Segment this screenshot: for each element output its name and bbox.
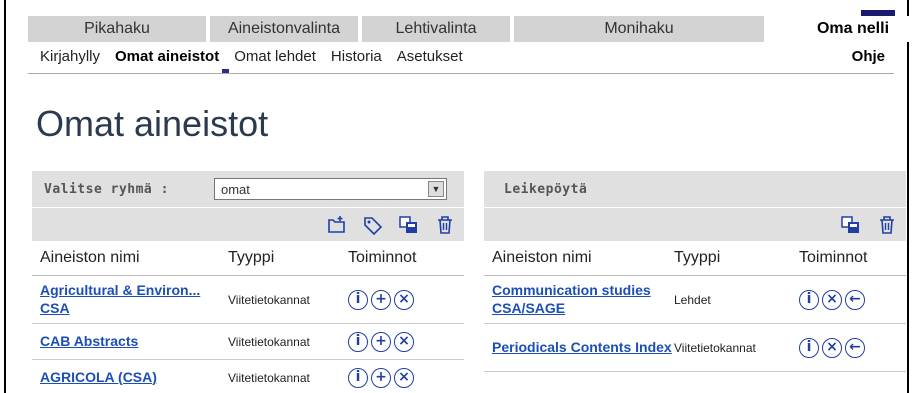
subnav-kirjahylly[interactable]: Kirjahylly	[40, 47, 100, 67]
subnav-omat-lehdet[interactable]: Omat lehdet	[234, 47, 316, 67]
group-select-row: Valitse ryhmä : omat ▼	[32, 171, 464, 207]
trash-icon[interactable]	[874, 215, 900, 235]
tab-monihaku[interactable]: Monihaku	[514, 16, 764, 42]
column-name: Aineiston nimi	[40, 249, 140, 266]
column-type: Tyyppi	[228, 249, 275, 266]
column-type: Tyyppi	[674, 249, 721, 266]
table-header: Aineiston nimi Tyyppi Toiminnot	[484, 241, 906, 276]
material-type: Viitetietokannat	[228, 292, 310, 307]
clipboard-panel: Leikepöytä Aineiston nimi Tyyppi Toiminn…	[484, 171, 906, 372]
tab-lehtivalinta[interactable]: Lehtivalinta	[362, 16, 510, 42]
clipboard-title: Leikepöytä	[504, 181, 588, 197]
subnav-historia[interactable]: Historia	[331, 47, 382, 67]
trash-icon[interactable]	[432, 215, 458, 235]
material-link[interactable]: Periodicals Contents Index	[492, 339, 672, 355]
add-icon[interactable]: +	[371, 289, 391, 310]
subnav-asetukset[interactable]: Asetukset	[397, 47, 463, 67]
table-header: Aineiston nimi Tyyppi Toiminnot	[32, 241, 464, 276]
group-select-value: omat	[221, 181, 250, 197]
column-name: Aineiston nimi	[492, 249, 592, 266]
material-type: Viitetietokannat	[228, 334, 310, 349]
remove-icon[interactable]: ×	[822, 337, 842, 358]
group-select[interactable]: omat ▼	[214, 178, 447, 200]
material-link[interactable]: CAB Abstracts	[40, 333, 138, 349]
remove-icon[interactable]: ×	[394, 331, 414, 352]
back-arrow-icon[interactable]: ←	[845, 337, 865, 358]
main-tabs: Pikahaku Aineistonvalinta Lehtivalinta M…	[28, 16, 912, 42]
info-icon[interactable]: i	[348, 331, 368, 352]
info-icon[interactable]: i	[799, 289, 819, 310]
app-frame: Pikahaku Aineistonvalinta Lehtivalinta M…	[4, 0, 912, 393]
add-icon[interactable]: +	[371, 331, 391, 352]
info-icon[interactable]: i	[799, 337, 819, 358]
help-link[interactable]: Ohje	[852, 47, 885, 67]
clipboard-title-row: Leikepöytä	[484, 171, 906, 207]
copy-icon[interactable]	[838, 215, 864, 235]
material-link[interactable]: Agricultural & Environ... CSA	[40, 282, 200, 316]
tab-oma-nelli[interactable]: Oma nelli	[768, 16, 912, 42]
material-type: Lehdet	[674, 292, 711, 307]
right-toolbar	[484, 207, 906, 241]
tab-aineistonvalinta[interactable]: Aineistonvalinta	[210, 16, 358, 42]
subnav-omat-aineistot[interactable]: Omat aineistot	[115, 47, 219, 67]
column-actions: Toiminnot	[799, 249, 868, 266]
group-select-label: Valitse ryhmä :	[44, 181, 169, 197]
material-link[interactable]: Communication studies CSA/SAGE	[492, 282, 651, 316]
back-arrow-icon[interactable]: ←	[845, 289, 865, 310]
add-icon[interactable]: +	[371, 367, 391, 388]
new-folder-icon[interactable]	[324, 215, 350, 235]
material-type: Viitetietokannat	[674, 340, 756, 355]
copy-icon[interactable]	[396, 215, 422, 235]
table-row: Communication studies CSA/SAGE Lehdet i …	[484, 276, 906, 324]
column-actions: Toiminnot	[348, 249, 417, 266]
table-row: Agricultural & Environ... CSA Viitetieto…	[32, 276, 464, 324]
table-row: CAB Abstracts Viitetietokannat i + ×	[32, 324, 464, 360]
remove-icon[interactable]: ×	[394, 367, 414, 388]
left-toolbar	[32, 207, 464, 241]
divider	[28, 73, 894, 74]
page-title: Omat aineistot	[36, 103, 269, 144]
material-type: Viitetietokannat	[228, 370, 310, 385]
dropdown-arrow-icon[interactable]: ▼	[428, 181, 444, 197]
remove-icon[interactable]: ×	[394, 289, 414, 310]
tab-pikahaku[interactable]: Pikahaku	[28, 16, 206, 42]
info-icon[interactable]: i	[348, 367, 368, 388]
remove-icon[interactable]: ×	[822, 289, 842, 310]
info-icon[interactable]: i	[348, 289, 368, 310]
tag-icon[interactable]	[360, 215, 386, 235]
table-row: AGRICOLA (CSA) Viitetietokannat i + ×	[32, 360, 464, 393]
my-materials-panel: Valitse ryhmä : omat ▼ Aineiston nimi Ty…	[32, 171, 464, 393]
material-link[interactable]: AGRICOLA (CSA)	[40, 369, 157, 385]
sub-navigation: Kirjahylly Omat aineistot Omat lehdet Hi…	[40, 47, 478, 67]
table-row: Periodicals Contents Index Viitetietokan…	[484, 324, 906, 372]
